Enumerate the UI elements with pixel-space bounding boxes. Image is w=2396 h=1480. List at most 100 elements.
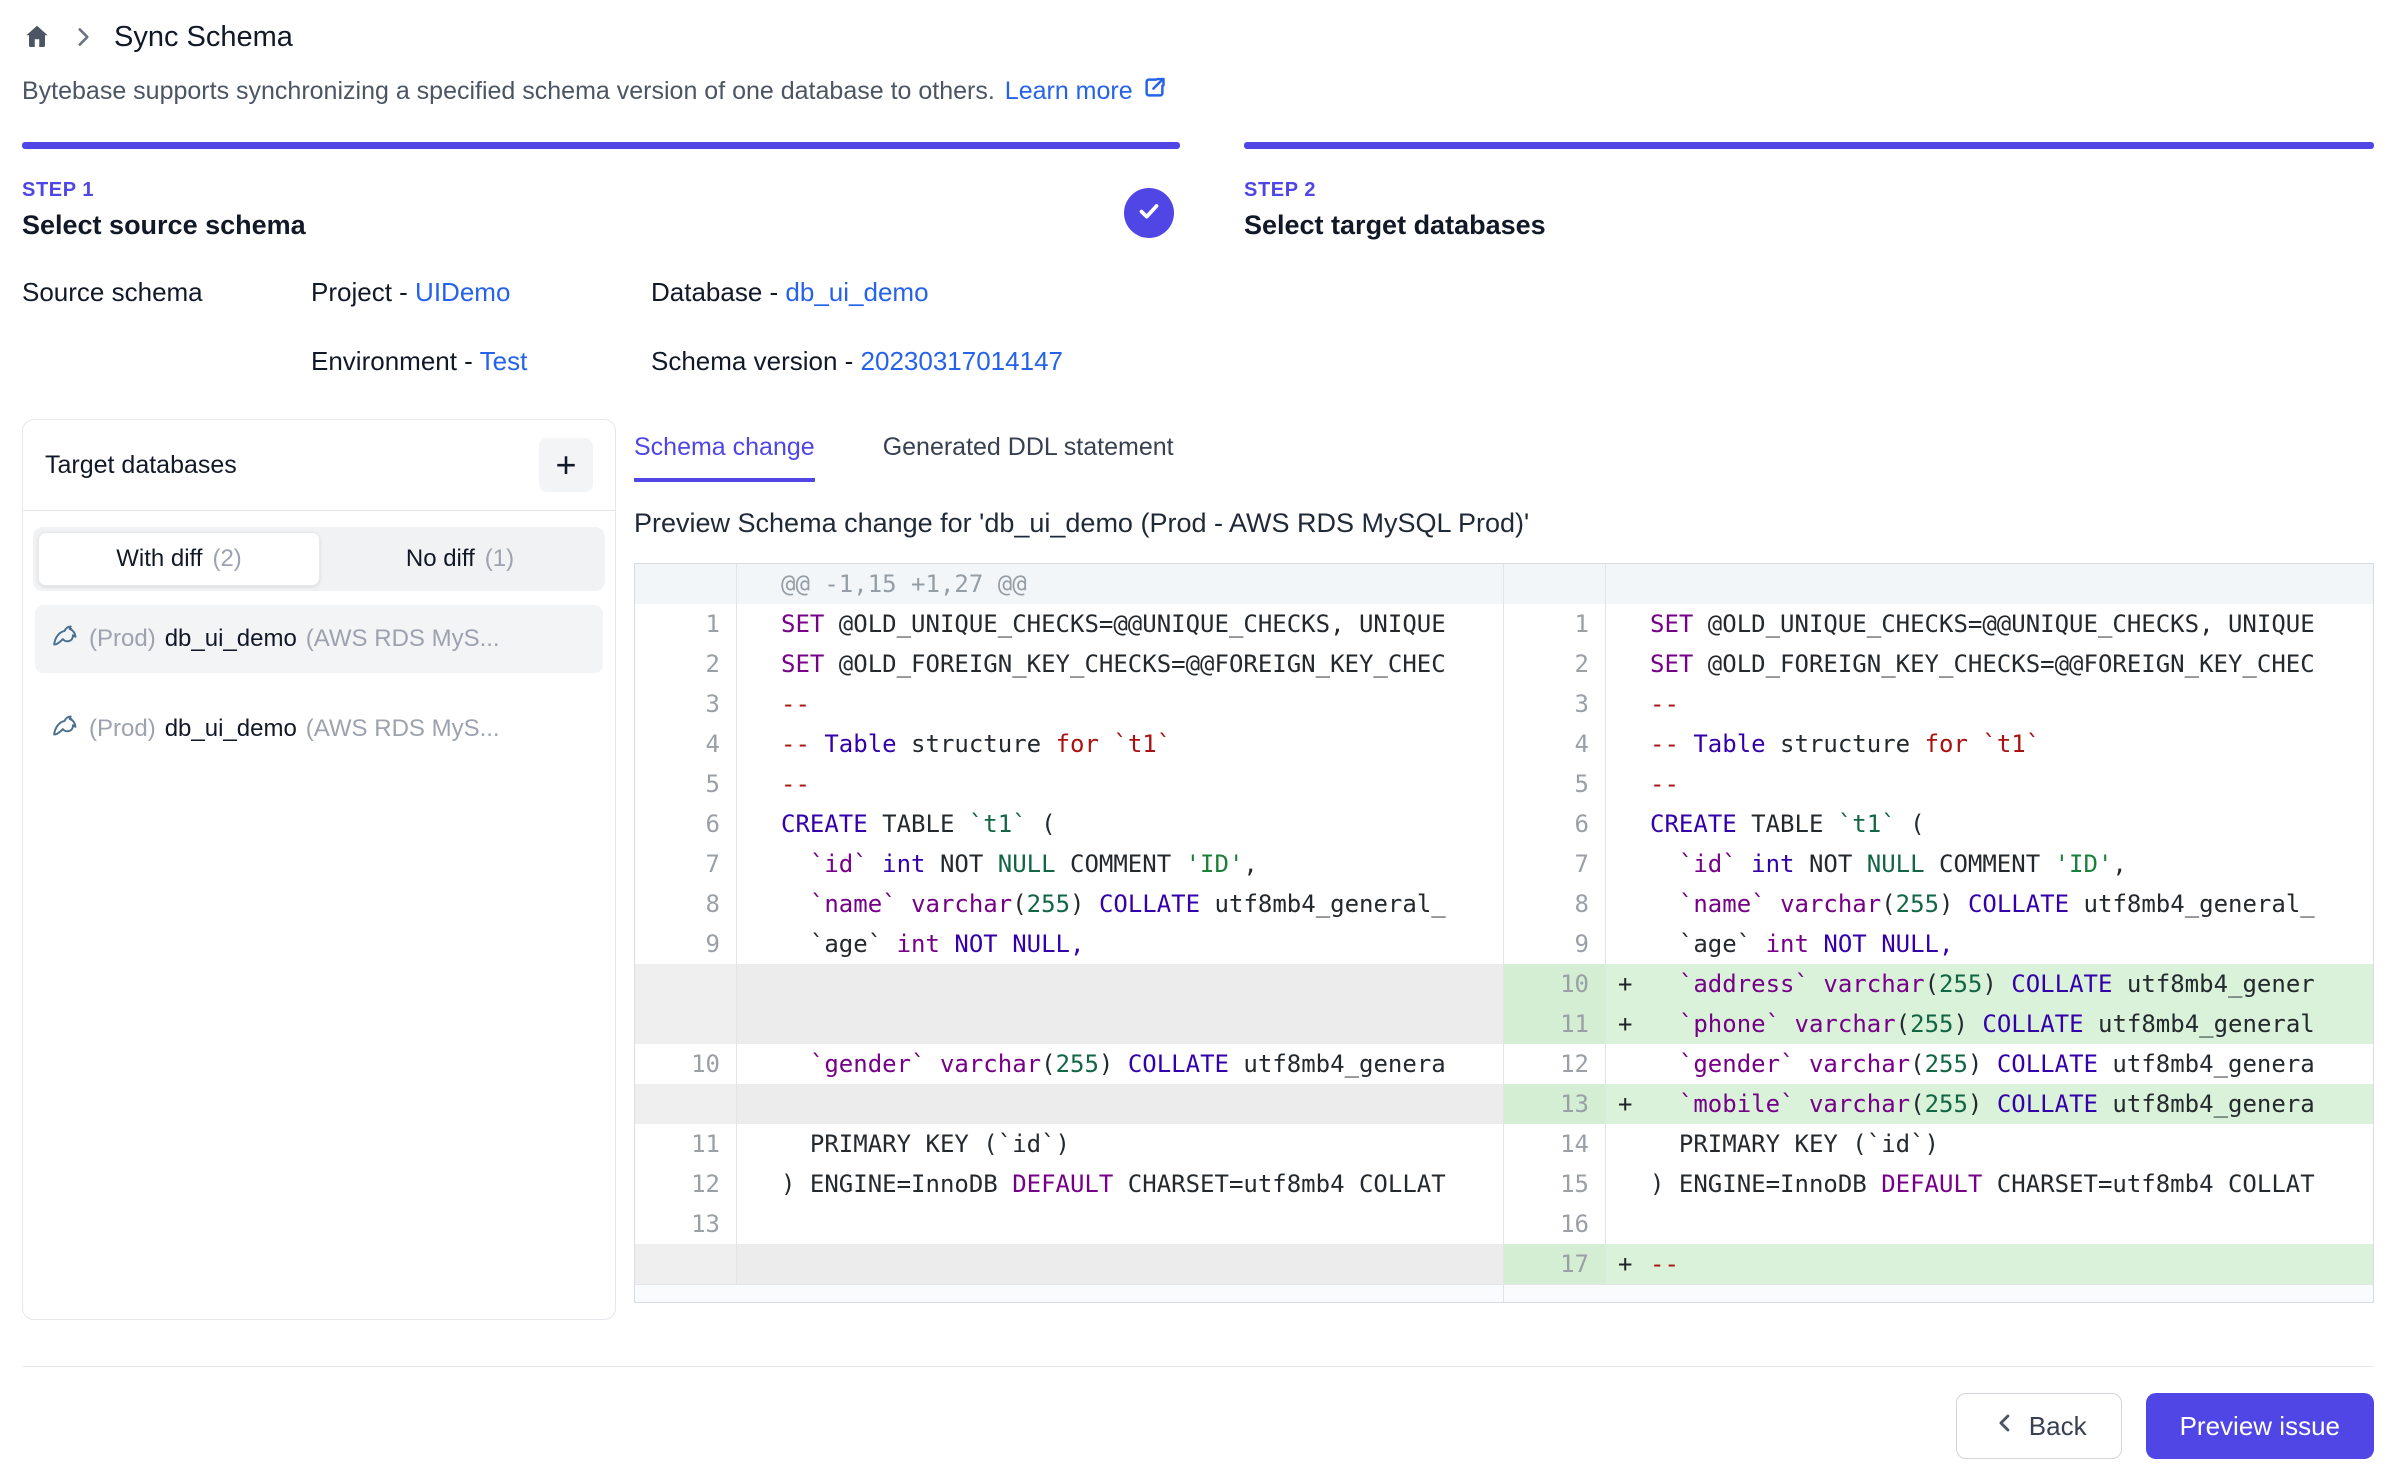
diff-add-marker <box>1606 1204 1650 1244</box>
tab-generated-ddl[interactable]: Generated DDL statement <box>883 433 1174 478</box>
step-1-label: STEP 1 <box>22 179 1180 202</box>
step-2-label: STEP 2 <box>1244 179 2374 202</box>
step-1-progress-bar <box>22 142 1180 149</box>
diff-spacer-row <box>635 964 1503 1004</box>
home-icon[interactable] <box>22 22 52 52</box>
line-number: 1 <box>1504 604 1606 644</box>
target-databases-panel: Target databases + With diff (2) No diff… <box>22 419 616 1320</box>
diff-code-row: 13+ `mobile` varchar(255) COLLATE utf8mb… <box>1504 1084 2373 1124</box>
diff-add-marker <box>1606 1164 1650 1204</box>
diff-add-marker <box>1606 924 1650 964</box>
code-text: SET @OLD_FOREIGN_KEY_CHECKS=@@FOREIGN_KE… <box>781 644 1503 684</box>
horizontal-scrollbar-left[interactable] <box>635 1284 1503 1302</box>
diff-hunk-header-row: @@ -1,15 +1,27 @@ <box>635 564 1503 604</box>
step-indicator: STEP 1 Select source schema STEP 2 Selec… <box>22 142 2374 241</box>
page-description: Bytebase supports synchronizing a specif… <box>22 74 2374 108</box>
back-button[interactable]: Back <box>1956 1393 2122 1459</box>
diff-spacer-row <box>635 1244 1503 1284</box>
code-text: -- <box>781 764 1503 804</box>
code-text: SET @OLD_FOREIGN_KEY_CHECKS=@@FOREIGN_KE… <box>1650 644 2373 684</box>
diff-add-marker: + <box>1606 1244 1650 1284</box>
code-text: `phone` varchar(255) COLLATE utf8mb4_gen… <box>1650 1004 2373 1044</box>
diff-pane-source[interactable]: @@ -1,15 +1,27 @@1SET @OLD_UNIQUE_CHECKS… <box>635 564 1504 1302</box>
diff-add-marker <box>737 1244 781 1284</box>
code-text <box>781 1004 1503 1044</box>
diff-pane-target[interactable]: 1SET @OLD_UNIQUE_CHECKS=@@UNIQUE_CHECKS,… <box>1504 564 2373 1302</box>
diff-add-marker <box>1606 1044 1650 1084</box>
diff-spacer-row <box>635 1004 1503 1044</box>
diff-code-row: 2 SET @OLD_FOREIGN_KEY_CHECKS=@@FOREIGN_K… <box>635 644 1503 684</box>
diff-code-row: 12 `gender` varchar(255) COLLATE utf8mb4… <box>1504 1044 2373 1084</box>
diff-add-marker <box>1606 844 1650 884</box>
diff-code-row: 11+ `phone` varchar(255) COLLATE utf8mb4… <box>1504 1004 2373 1044</box>
plus-icon: + <box>555 447 576 483</box>
code-text <box>1650 1204 2373 1244</box>
schema-version-field: Schema version - 20230317014147 <box>651 346 1063 377</box>
source-schema-label: Source schema <box>22 277 311 308</box>
database-link[interactable]: db_ui_demo <box>785 277 928 307</box>
environment-link[interactable]: Test <box>480 346 528 376</box>
diff-add-marker <box>737 684 781 724</box>
diff-add-marker <box>737 1164 781 1204</box>
database-list-item[interactable]: (Prod)db_ui_demo(AWS RDS MyS... <box>35 695 603 763</box>
diff-code-row: 17+-- <box>1504 1244 2373 1284</box>
diff-code-row: 14 PRIMARY KEY (`id`) <box>1504 1124 2373 1164</box>
step-1: STEP 1 Select source schema <box>22 142 1180 241</box>
diff-add-marker <box>1606 1124 1650 1164</box>
schema-version-label: Schema version - <box>651 346 853 376</box>
preview-title: Preview Schema change for 'db_ui_demo (P… <box>634 508 2374 539</box>
check-icon <box>1134 196 1164 231</box>
line-number: 3 <box>635 684 737 724</box>
diff-add-marker: + <box>1606 1004 1650 1044</box>
project-link[interactable]: UIDemo <box>415 277 510 307</box>
code-text: ) ENGINE=InnoDB DEFAULT CHARSET=utf8mb4 … <box>1650 1164 2373 1204</box>
breadcrumb-chevron-icon <box>70 24 96 50</box>
diff-add-marker <box>1606 604 1650 644</box>
line-number: 4 <box>1504 724 1606 764</box>
database-list-item[interactable]: (Prod)db_ui_demo(AWS RDS MyS... <box>35 605 603 673</box>
code-text <box>781 1204 1503 1244</box>
diff-add-marker <box>1606 684 1650 724</box>
diff-spacer-row <box>635 1084 1503 1124</box>
line-number <box>635 1244 737 1284</box>
line-number: 2 <box>635 644 737 684</box>
step-2-progress-bar <box>1244 142 2374 149</box>
code-text: `name` varchar(255) COLLATE utf8mb4_gene… <box>1650 884 2373 924</box>
tab-no-diff-count: (1) <box>485 545 514 573</box>
database-name: db_ui_demo <box>165 715 297 743</box>
database-field: Database - db_ui_demo <box>651 277 929 308</box>
diff-add-marker <box>737 884 781 924</box>
diff-code-row: 5-- <box>1504 764 2373 804</box>
line-number: 12 <box>635 1164 737 1204</box>
project-field: Project - UIDemo <box>311 277 651 308</box>
diff-code-row: 1SET @OLD_UNIQUE_CHECKS=@@UNIQUE_CHECKS,… <box>1504 604 2373 644</box>
tab-no-diff[interactable]: No diff (1) <box>320 532 600 586</box>
code-text: SET @OLD_UNIQUE_CHECKS=@@UNIQUE_CHECKS, … <box>781 604 1503 644</box>
line-number: 6 <box>1504 804 1606 844</box>
diff-add-marker <box>1606 564 1650 604</box>
diff-pane-target-rows: 1SET @OLD_UNIQUE_CHECKS=@@UNIQUE_CHECKS,… <box>1504 564 2373 1284</box>
preview-issue-button[interactable]: Preview issue <box>2146 1393 2374 1459</box>
diff-code-row: 9 `age` int NOT NULL, <box>1504 924 2373 964</box>
tab-with-diff[interactable]: With diff (2) <box>38 532 320 586</box>
diff-code-row: 12) ENGINE=InnoDB DEFAULT CHARSET=utf8mb… <box>635 1164 1503 1204</box>
horizontal-scrollbar-right[interactable] <box>1504 1284 2373 1302</box>
learn-more-link[interactable]: Learn more <box>1005 74 1168 108</box>
code-text: `mobile` varchar(255) COLLATE utf8mb4_ge… <box>1650 1084 2373 1124</box>
diff-code-row: 4-- Table structure for `t1` <box>635 724 1503 764</box>
description-text: Bytebase supports synchronizing a specif… <box>22 77 995 106</box>
schema-preview-section: Schema change Generated DDL statement Pr… <box>634 419 2374 1320</box>
code-text: -- Table structure for `t1` <box>1650 724 2373 764</box>
diff-code-row: 11 PRIMARY KEY (`id`) <box>635 1124 1503 1164</box>
code-text: PRIMARY KEY (`id`) <box>1650 1124 2373 1164</box>
code-text <box>1650 564 2373 604</box>
diff-code-row: 9 `age` int NOT NULL, <box>635 924 1503 964</box>
diff-add-marker <box>737 764 781 804</box>
code-text: -- <box>1650 684 2373 724</box>
diff-add-marker <box>737 644 781 684</box>
schema-version-link[interactable]: 20230317014147 <box>861 346 1063 376</box>
line-number <box>635 964 737 1004</box>
line-number: 5 <box>1504 764 1606 804</box>
add-database-button[interactable]: + <box>539 438 593 492</box>
tab-schema-change[interactable]: Schema change <box>634 433 815 482</box>
